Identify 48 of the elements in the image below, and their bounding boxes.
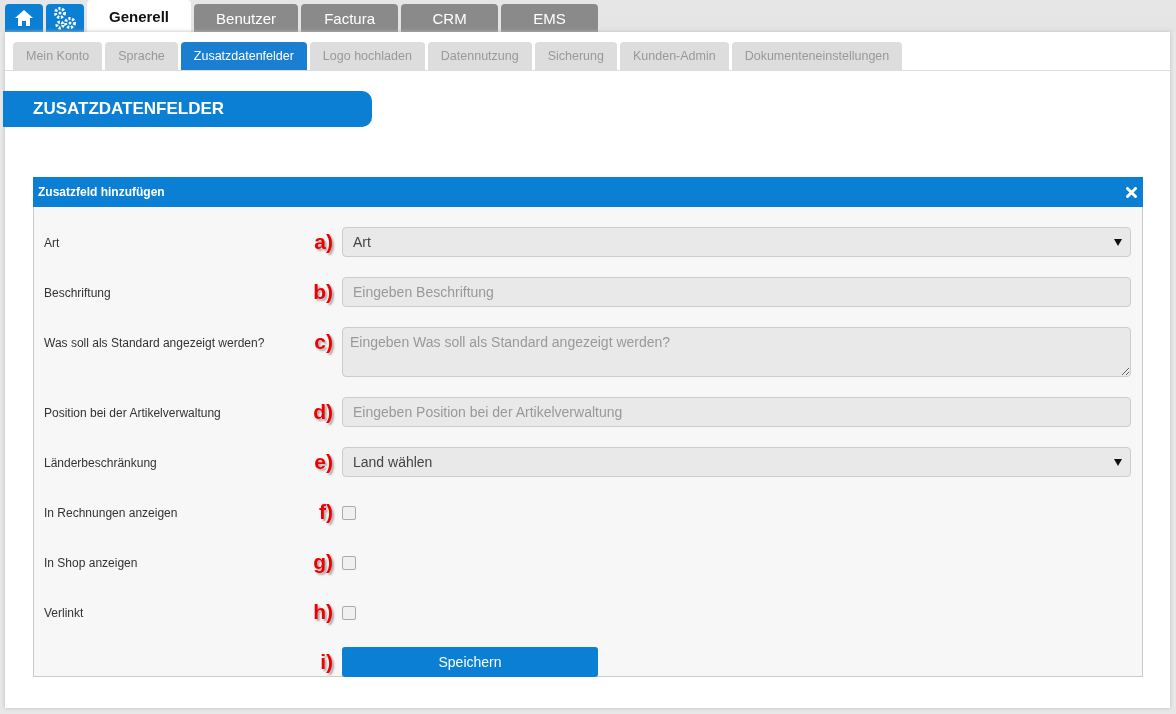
home-icon: [14, 9, 34, 27]
annotation-marker: h): [313, 599, 333, 625]
annotation-marker: d): [313, 399, 333, 425]
field-label: Verlinkt: [44, 605, 85, 620]
main-tab[interactable]: EMS: [501, 4, 599, 32]
annotation-marker: f): [319, 499, 333, 525]
save-button[interactable]: Speichern: [342, 647, 598, 677]
annotation-marker: a): [314, 229, 333, 255]
main-tab[interactable]: Benutzer: [194, 4, 299, 32]
field-label: Beschriftung: [44, 285, 112, 300]
dialog-title: Zusatzfeld hinzufügen: [38, 185, 165, 199]
sub-tab[interactable]: Kunden-Admin: [620, 42, 729, 70]
caret-icon: [1114, 238, 1122, 246]
gears-icon: [52, 6, 78, 30]
close-icon[interactable]: [1126, 186, 1137, 198]
field-label: Was soll als Standard angezeigt werden?: [44, 335, 266, 350]
caret-icon: [1114, 458, 1122, 466]
field-label: Position bei der Artikelverwaltung: [44, 405, 222, 420]
settings-tab[interactable]: [46, 4, 84, 32]
sub-tab[interactable]: Sicherung: [534, 42, 617, 70]
sub-tab[interactable]: Sprache: [105, 42, 178, 70]
text-area[interactable]: Eingeben Was soll als Standard angezeigt werden?: [342, 327, 1131, 377]
field-label: In Rechnungen anzeigen: [44, 505, 179, 520]
sub-tab[interactable]: Mein Konto: [13, 42, 103, 70]
checkbox[interactable]: [342, 606, 356, 620]
field-label: In Shop anzeigen: [44, 555, 139, 570]
section-title: ZUSATZDATENFELDER: [3, 91, 372, 127]
field-label: Länderbeschränkung: [44, 455, 158, 470]
sub-tab[interactable]: Logo hochladen: [309, 42, 425, 70]
main-tab[interactable]: CRM: [401, 4, 499, 32]
field-label: Art: [44, 235, 61, 250]
sub-tab[interactable]: Dokumenteneinstellungen: [731, 42, 903, 70]
home-tab[interactable]: [5, 4, 43, 32]
sub-tab[interactable]: Datennutzung: [427, 42, 532, 70]
checkbox[interactable]: [342, 506, 356, 520]
sub-tab[interactable]: Zusatzdatenfelder: [180, 42, 307, 70]
select-dropdown[interactable]: Art: [342, 227, 1131, 257]
main-tab[interactable]: Factura: [301, 4, 399, 32]
text-input[interactable]: Eingeben Position bei der Artikelverwaltung: [342, 397, 1131, 427]
text-input[interactable]: Eingeben Beschriftung: [342, 277, 1131, 307]
main-tab[interactable]: Generell: [87, 0, 192, 32]
select-dropdown[interactable]: Land wählen: [342, 447, 1131, 477]
annotation-marker: b): [313, 279, 333, 305]
annotation-marker: g): [313, 549, 333, 575]
annotation-marker: e): [314, 449, 333, 475]
annotation-marker: c): [314, 329, 333, 355]
checkbox[interactable]: [342, 556, 356, 570]
annotation-marker: i): [320, 649, 333, 675]
